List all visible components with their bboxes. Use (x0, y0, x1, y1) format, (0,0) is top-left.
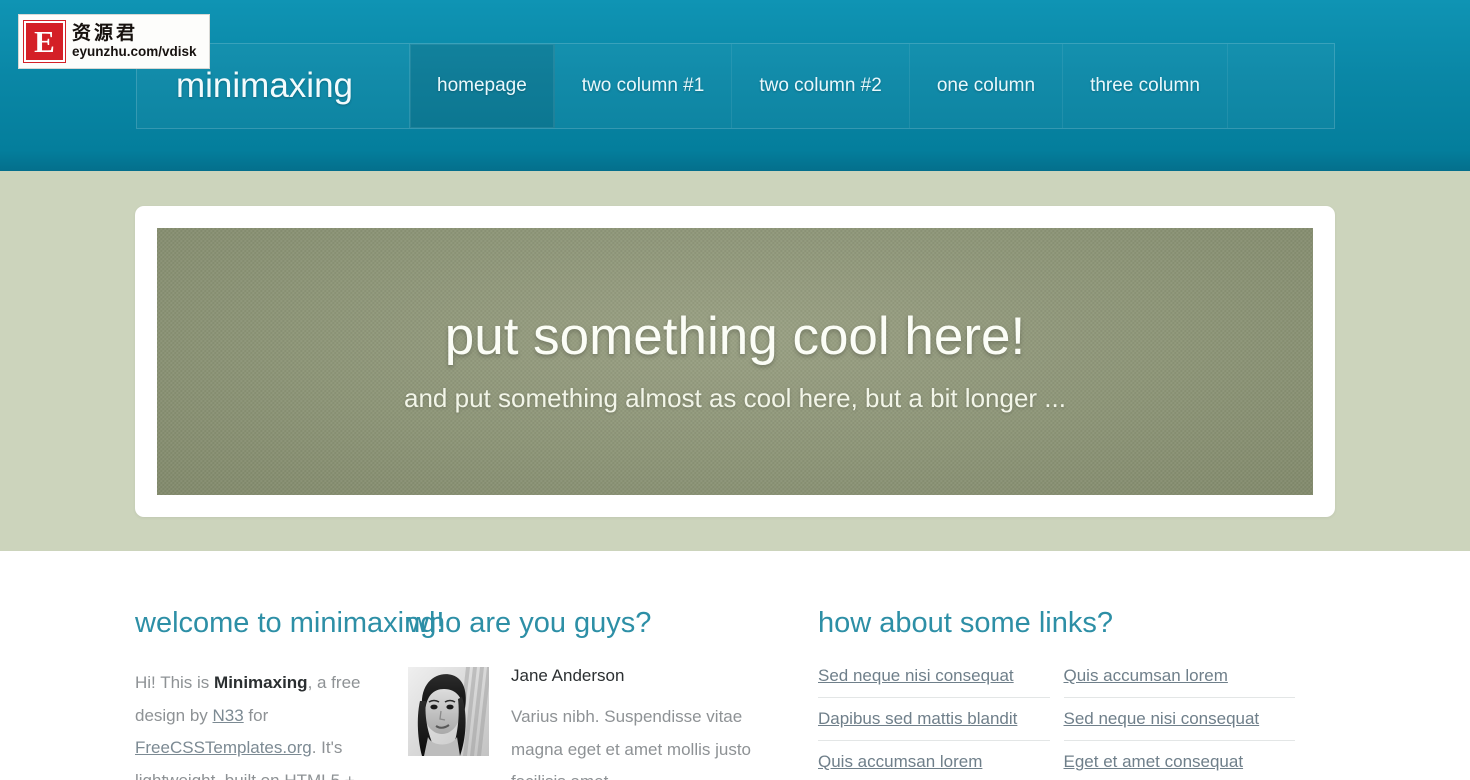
watermark-text: 资源君 eyunzhu.com/vdisk (72, 21, 197, 60)
link-eget-et-amet-consequat[interactable]: Eget et amet consequat (1064, 752, 1244, 771)
welcome-column: welcome to minimaxing! Hi! This is Minim… (0, 607, 445, 780)
link-quis-accumsan-lorem-1[interactable]: Quis accumsan lorem (1064, 666, 1228, 685)
watermark-badge-letter: E (34, 24, 55, 59)
nav-item-one-column[interactable]: one column (910, 44, 1064, 128)
links-grid: Sed neque nisi consequat Quis accumsan l… (818, 667, 1295, 780)
link-sed-neque-nisi-consequat-2[interactable]: Sed neque nisi consequat (1064, 709, 1260, 728)
person-name: Jane Anderson (511, 666, 625, 685)
who-column: who are you guys? Jane Anderson Varius n… (408, 609, 818, 780)
avatar (408, 667, 489, 756)
welcome-bold-minimaxing: Minimaxing (214, 673, 308, 692)
site-logo-text: minimaxing (176, 66, 353, 105)
link-item: Sed neque nisi consequat (818, 667, 1050, 698)
avatar-portrait-icon (408, 667, 489, 756)
banner-subtitle: and put something almost as cool here, b… (404, 382, 1066, 413)
link-quis-accumsan-lorem-2[interactable]: Quis accumsan lorem (818, 752, 982, 771)
watermark-badge-icon: E (23, 20, 66, 63)
nav-item-two-column-2[interactable]: two column #2 (732, 44, 910, 128)
banner-title: put something cool here! (444, 307, 1026, 367)
welcome-text-3: for (243, 705, 269, 725)
link-item: Sed neque nisi consequat (1063, 709, 1295, 741)
main-content: welcome to minimaxing! Hi! This is Minim… (0, 551, 1470, 780)
watermark-cn-label: 资源君 (72, 21, 139, 44)
links-heading: how about some links? (818, 607, 1113, 639)
nav-item-two-column-1[interactable]: two column #1 (555, 44, 733, 128)
welcome-link-n33[interactable]: N33 (213, 706, 244, 725)
person-entry: Jane Anderson Varius nibh. Suspendisse v… (408, 667, 778, 780)
welcome-link-freecsstemplates[interactable]: FreeCSSTemplates.org (135, 738, 312, 757)
links-column: how about some links? Sed neque nisi con… (818, 609, 1335, 780)
nav-item-homepage[interactable]: homepage (410, 44, 555, 128)
nav-item-three-column[interactable]: three column (1063, 44, 1228, 128)
banner-image: put something cool here! and put somethi… (157, 227, 1313, 495)
welcome-text-1: Hi! This is (135, 673, 215, 692)
link-item: Eget et amet consequat (1064, 753, 1296, 780)
site-header: E 资源君 eyunzhu.com/vdisk minimaxing homep… (0, 0, 1470, 171)
who-heading: who are you guys? (408, 607, 652, 639)
watermark-url-label: eyunzhu.com/vdisk (72, 43, 197, 59)
link-item: Quis accumsan lorem (1063, 666, 1295, 698)
welcome-paragraph: Hi! This is Minimaxing, a free design by… (135, 667, 368, 780)
watermark-logo: E 资源君 eyunzhu.com/vdisk (18, 14, 210, 69)
person-description: Varius nibh. Suspendisse vitae magna ege… (511, 707, 752, 780)
banner-frame: put something cool here! and put somethi… (135, 205, 1335, 517)
welcome-heading: welcome to minimaxing! (135, 607, 445, 639)
link-item: Dapibus sed mattis blandit (818, 710, 1050, 741)
main-navigation-bar: minimaxing homepage two column #1 two co… (136, 43, 1335, 129)
link-sed-neque-nisi-consequat-1[interactable]: Sed neque nisi consequat (818, 666, 1014, 685)
person-body: Jane Anderson Varius nibh. Suspendisse v… (511, 667, 778, 780)
link-item: Quis accumsan lorem (818, 753, 1050, 780)
link-dapibus-sed-mattis-blandit[interactable]: Dapibus sed mattis blandit (818, 709, 1017, 728)
banner-band: put something cool here! and put somethi… (0, 171, 1470, 551)
